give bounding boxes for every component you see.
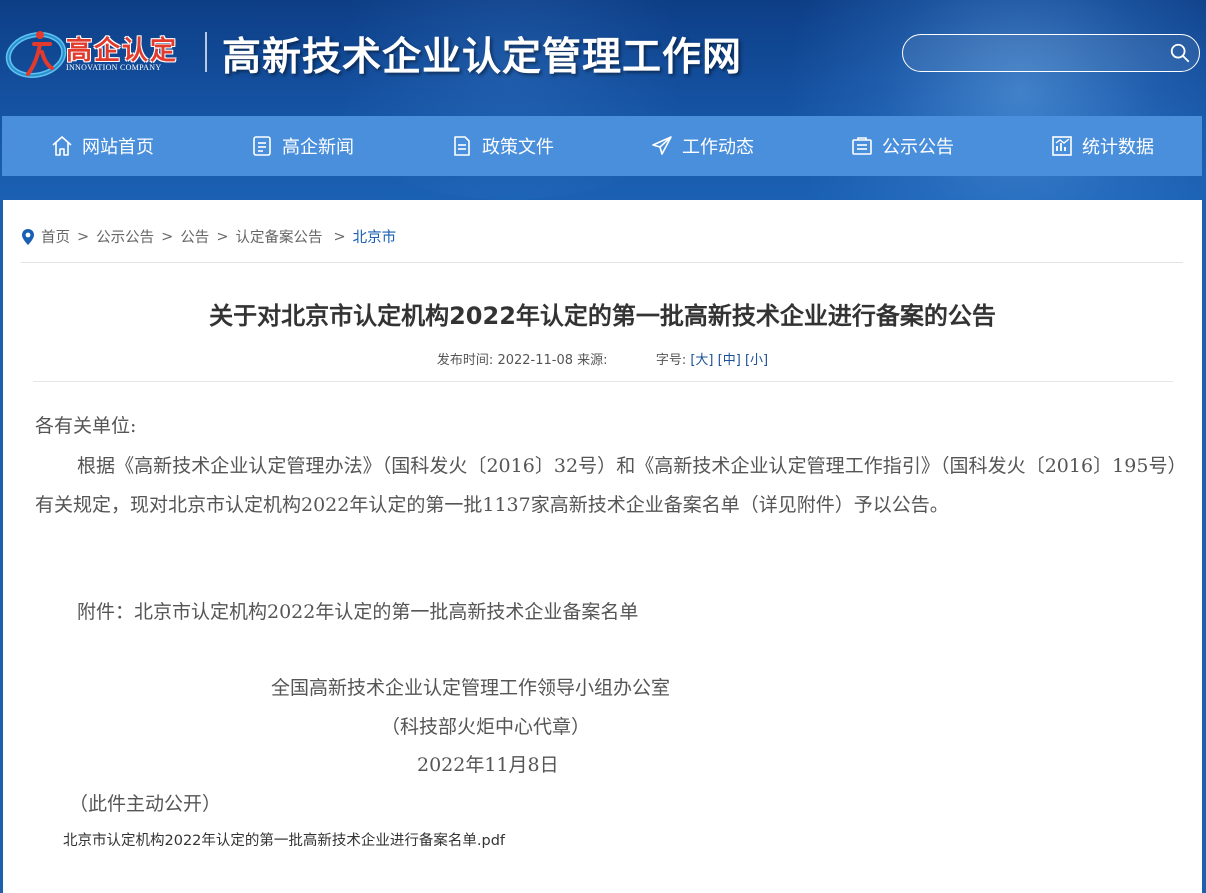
breadcrumb-separator: > — [161, 228, 174, 245]
signature-org: 全国高新技术企业认定管理工作领导小组办公室 — [271, 677, 671, 699]
divider — [21, 262, 1183, 263]
home-icon — [52, 136, 72, 156]
search-icon[interactable] — [1169, 42, 1191, 64]
publish-label: 发布时间: — [436, 353, 494, 368]
main-content: 首页 > 公示公告 > 公告 > 认定备案公告 > 北京市 关于对北京市认定机构… — [3, 200, 1202, 893]
nav-item-work-updates[interactable]: 工作动态 — [602, 116, 802, 176]
article-title: 关于对北京市认定机构2022年认定的第一批高新技术企业进行备案的公告 — [209, 302, 996, 330]
breadcrumb-current[interactable]: 北京市 — [353, 226, 397, 247]
location-pin-icon — [22, 228, 34, 245]
divider — [33, 381, 1173, 382]
publish-date: 2022-11-08 — [497, 353, 573, 368]
breadcrumb-home[interactable]: 首页 — [41, 226, 70, 247]
chart-icon — [1052, 136, 1072, 156]
font-size-medium-button[interactable]: [中] — [718, 353, 741, 368]
signature-date: 2022年11月8日 — [417, 754, 559, 776]
article-meta: 发布时间: 2022-11-08 来源: 字号: [大] [中] [小] — [3, 349, 1202, 368]
search-input[interactable] — [919, 41, 1163, 67]
logo-divider — [205, 32, 207, 72]
breadcrumb-filing-announcements[interactable]: 认定备案公告 — [235, 226, 322, 247]
nav-item-home[interactable]: 网站首页 — [2, 116, 202, 176]
nav-item-notices[interactable]: 公示公告 — [802, 116, 1002, 176]
logo-subtitle: INNOVATION COMPANY — [66, 63, 162, 72]
attachment-line: 附件：北京市认定机构2022年认定的第一批高新技术企业备案名单 — [77, 601, 639, 623]
nav-item-label: 公示公告 — [882, 137, 954, 158]
source-label: 来源: — [577, 353, 608, 368]
nav-item-label: 网站首页 — [82, 137, 154, 158]
nav-item-news[interactable]: 高企新闻 — [202, 116, 402, 176]
document-icon — [454, 136, 470, 156]
nav-item-label: 统计数据 — [1082, 137, 1154, 158]
search-box[interactable] — [902, 34, 1200, 72]
logo-text: 高企认定 — [66, 36, 179, 66]
font-size-large-button[interactable]: [大] — [690, 353, 713, 368]
breadcrumb-announcements[interactable]: 公告 — [180, 226, 209, 247]
nav-item-label: 政策文件 — [482, 137, 554, 158]
main-nav: 网站首页 高企新闻 政策文件 工作动态 公示公告 统计数据 — [2, 116, 1202, 176]
breadcrumb-separator: > — [216, 228, 229, 245]
breadcrumb-separator: > — [333, 228, 346, 245]
nav-item-label: 高企新闻 — [282, 137, 354, 158]
breadcrumb-separator: > — [77, 228, 90, 245]
nav-item-statistics[interactable]: 统计数据 — [1002, 116, 1202, 176]
attachment-pdf-link[interactable]: 北京市认定机构2022年认定的第一批高新技术企业进行备案名单.pdf — [63, 829, 505, 850]
news-icon — [253, 136, 271, 156]
send-icon — [652, 136, 672, 155]
font-size-small-button[interactable]: [小] — [745, 353, 768, 368]
breadcrumb-notices[interactable]: 公示公告 — [96, 226, 154, 247]
site-title: 高新技术企业认定管理工作网 — [222, 34, 743, 80]
font-size-label: 字号: — [655, 353, 687, 368]
nav-item-policy[interactable]: 政策文件 — [402, 116, 602, 176]
disclosure-note: （此件主动公开） — [69, 793, 222, 815]
signature-proxy: （科技部火炬中心代章） — [381, 716, 591, 738]
salutation: 各有关单位: — [35, 415, 137, 437]
breadcrumb: 首页 > 公示公告 > 公告 > 认定备案公告 > 北京市 — [21, 226, 396, 247]
nav-item-label: 工作动态 — [682, 137, 754, 158]
notice-icon — [852, 137, 872, 155]
article-paragraph: 根据《高新技术企业认定管理办法》（国科发火〔2016〕32号）和《高新技术企业认… — [35, 455, 1177, 516]
